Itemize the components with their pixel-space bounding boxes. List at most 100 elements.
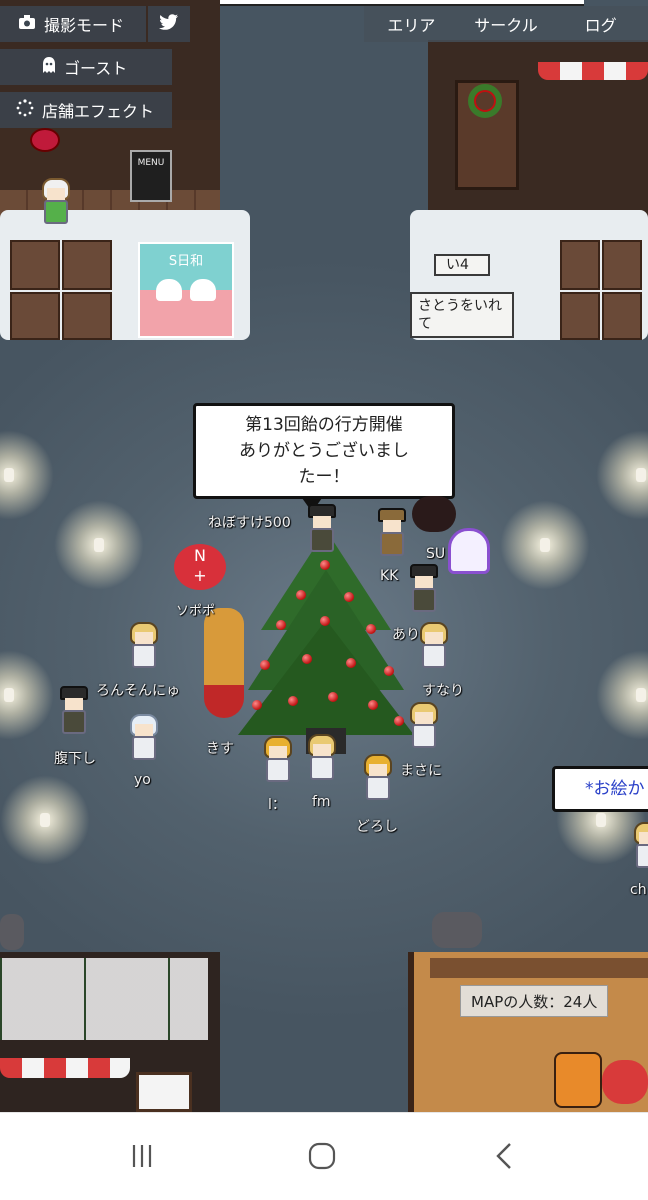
crate <box>62 240 112 290</box>
name-su: SU <box>426 546 446 562</box>
top-right-nav: エリア サークル ログ <box>364 6 648 42</box>
sign-i4-text: い4 <box>446 257 469 273</box>
ornament <box>252 700 262 710</box>
ornament <box>328 692 338 702</box>
avatar-harakudashi[interactable] <box>54 686 94 740</box>
ornament <box>288 696 298 706</box>
avatar-l[interactable] <box>258 734 298 788</box>
wreath-icon <box>468 84 502 118</box>
area-button[interactable]: エリア <box>364 12 459 36</box>
shop-shelves <box>0 958 208 1040</box>
name-sunari: すなり <box>422 683 464 699</box>
shop-awning <box>0 1058 130 1078</box>
mascot-fox[interactable] <box>554 1052 602 1108</box>
game-map[interactable]: MENU S日和 い4 さとうをいれて 第13回飴の行方開催 ありがとうございま… <box>0 0 648 1112</box>
twitter-icon <box>159 14 179 34</box>
speech-line-1: 第13回飴の行方開催 <box>245 415 403 435</box>
avatar-doroshi[interactable] <box>358 752 398 806</box>
speech-bubble-main: 第13回飴の行方開催 ありがとうございまし たー！ <box>193 403 455 499</box>
name-ronsonnyu: ろんそんにゅ <box>96 683 180 699</box>
crate <box>62 292 112 340</box>
photo-mode-button[interactable]: 撮影モード <box>0 6 146 42</box>
home-button[interactable] <box>302 1141 342 1175</box>
sign-sato: さとうをいれて <box>410 292 514 338</box>
name-masani: まさに <box>400 763 442 779</box>
cat-npc[interactable] <box>0 914 24 950</box>
name-yo: yo <box>134 772 151 788</box>
name-fm: fm <box>312 794 331 810</box>
name-sonapo: ソポポ <box>176 604 216 619</box>
ornament <box>384 666 394 676</box>
sign-sato-text: さとうをいれて <box>418 298 502 332</box>
speech-line-3: たー！ <box>298 467 350 487</box>
ornament <box>366 624 376 634</box>
avatar-fm[interactable] <box>302 732 342 786</box>
ghost-label: ゴースト <box>64 59 128 78</box>
home-circle-icon <box>307 1141 337 1175</box>
shop-shelf-top <box>430 958 648 978</box>
name-harakudashi: 腹下し <box>54 751 96 767</box>
avatar-sonapo[interactable] <box>204 608 244 718</box>
system-nav-bar <box>0 1112 648 1200</box>
menu-lines-icon <box>128 1142 156 1174</box>
shadow-creature[interactable] <box>412 496 456 532</box>
shop-effect-button[interactable]: 店舗エフェクト <box>0 92 172 128</box>
back-button[interactable] <box>484 1143 524 1173</box>
mascot-crab[interactable] <box>602 1060 648 1104</box>
ornament <box>394 716 404 726</box>
ornament <box>320 616 330 626</box>
cat-npc[interactable] <box>432 912 482 948</box>
avatar-ari[interactable] <box>404 564 444 618</box>
ghost-button[interactable]: ゴースト <box>0 49 172 85</box>
photo-mode-label: 撮影モード <box>44 16 125 35</box>
candle-lamp <box>0 650 54 740</box>
shop-wall <box>0 120 220 190</box>
avatar-yo[interactable] <box>124 712 164 766</box>
ghost-avatar-su[interactable] <box>448 528 490 574</box>
heart-icon <box>156 279 216 301</box>
recent-apps-button[interactable] <box>122 1143 162 1173</box>
ornament <box>346 658 356 668</box>
candle-lamp <box>0 775 90 865</box>
ornament <box>344 592 354 602</box>
twitter-button[interactable] <box>148 6 190 42</box>
avatar-nebosuke[interactable] <box>302 504 342 558</box>
npc-green[interactable] <box>36 176 76 230</box>
avatar-ch[interactable] <box>628 820 648 874</box>
log-button[interactable]: ログ <box>553 12 648 36</box>
sign-i4: い4 <box>434 254 490 276</box>
avatar-ronsonnyu[interactable] <box>124 620 164 674</box>
name-ari: あり <box>392 627 420 643</box>
crate <box>602 240 642 290</box>
shop-window <box>136 1072 192 1112</box>
crate <box>10 240 60 290</box>
menu-board-text: MENU <box>137 158 165 168</box>
candle-lamp <box>0 430 54 520</box>
speech-line-2: ありがとうございまし <box>239 441 409 461</box>
shop-awning <box>538 62 648 80</box>
ornament <box>368 700 378 710</box>
avatar-kk[interactable] <box>372 508 412 562</box>
name-nebosuke: ねぼすけ500 <box>208 515 291 531</box>
name-l: l： <box>268 797 286 813</box>
ghost-icon <box>42 57 56 77</box>
potion-icon <box>30 128 60 152</box>
back-chevron-icon <box>492 1141 516 1175</box>
map-population-count: MAPの人数：24人 <box>460 985 609 1017</box>
name-doroshi: どろし <box>356 819 398 835</box>
shop-effect-label: 店舗エフェクト <box>42 102 155 121</box>
ornament <box>296 590 306 600</box>
ornament <box>302 654 312 664</box>
candle-lamp <box>500 500 590 590</box>
spinner-icon <box>16 99 34 121</box>
map-population-text: MAPの人数：24人 <box>471 992 598 1011</box>
avatar-sunari[interactable] <box>414 620 454 674</box>
avatar-masani[interactable] <box>404 700 444 754</box>
badge-n-plus[interactable]: N + <box>174 544 226 590</box>
crate <box>560 292 600 340</box>
candle-lamp <box>596 650 648 740</box>
crate <box>560 240 600 290</box>
name-kisu: きす <box>206 741 234 757</box>
shop-sign-board: S日和 <box>138 242 234 338</box>
circle-button[interactable]: サークル <box>459 12 554 36</box>
